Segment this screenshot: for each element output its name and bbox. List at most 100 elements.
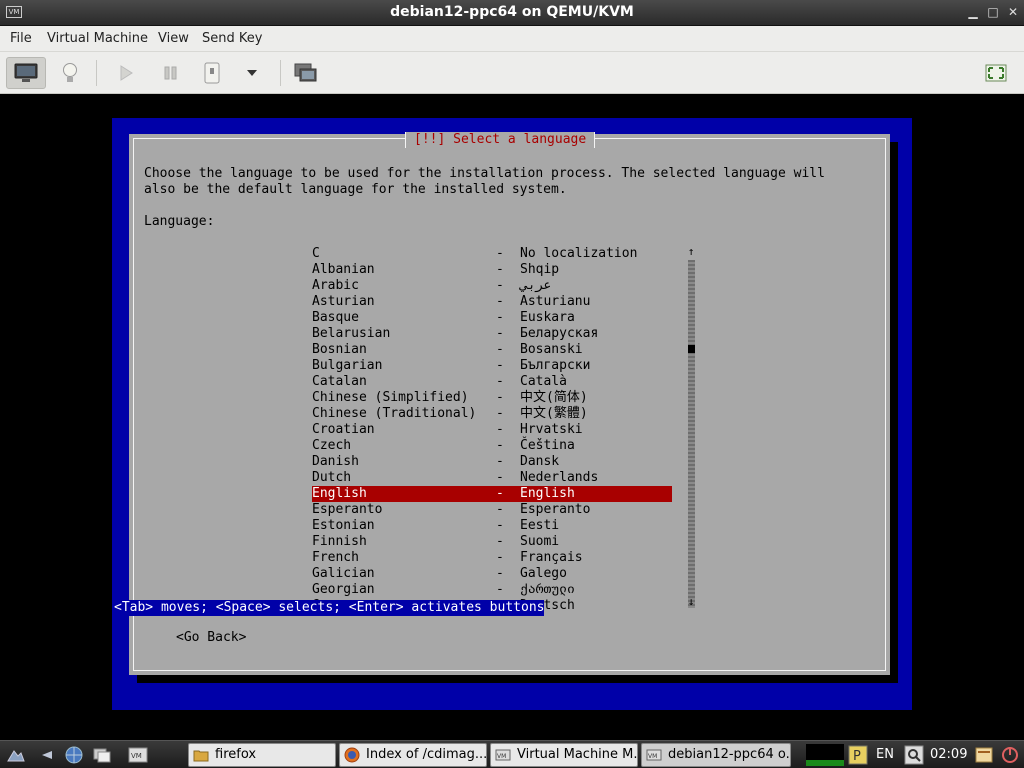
language-option[interactable]: Esperanto - Esperanto (312, 502, 672, 518)
language-option[interactable]: Galician - Galego (312, 566, 672, 582)
language-separator: - (496, 358, 504, 373)
language-separator: - (496, 310, 504, 325)
language-option[interactable]: Chinese (Traditional) - 中文(繁體) (312, 406, 672, 422)
language-option[interactable]: Bulgarian - Български (312, 358, 672, 374)
snapshots-icon[interactable] (286, 57, 326, 89)
language-option[interactable]: Estonian - Eesti (312, 518, 672, 534)
language-option[interactable]: Finnish - Suomi (312, 534, 672, 550)
language-native-name: Euskara (520, 310, 575, 325)
svg-text:VM: VM (497, 753, 506, 760)
window-titlebar[interactable]: VM debian12-ppc64 on QEMU/KVM ▁ □ ✕ (0, 0, 1024, 26)
language-list[interactable]: C - No localization Albanian - Shqip Arabic - عر… (312, 246, 672, 614)
scrollbar-thumb[interactable] (688, 345, 695, 353)
language-option[interactable]: Arabic - عربي (312, 278, 672, 294)
language-option[interactable]: Czech - Čeština (312, 438, 672, 454)
language-separator: - (496, 486, 504, 501)
language-name: English (312, 486, 367, 501)
language-option[interactable]: Danish - Dansk (312, 454, 672, 470)
shutdown-menu-arrow-icon[interactable] (232, 57, 272, 89)
minimize-icon[interactable]: ▁ (966, 5, 980, 19)
language-native-name: Hrvatski (520, 422, 583, 437)
task-virtual-machine-manager[interactable]: VM Virtual Machine M... (490, 743, 638, 767)
language-separator: - (496, 294, 504, 309)
language-option[interactable]: Dutch - Nederlands (312, 470, 672, 486)
back-arrow-icon[interactable] (36, 745, 56, 765)
language-option[interactable]: C - No localization (312, 246, 672, 262)
language-separator: - (496, 534, 504, 549)
notification-icon[interactable] (974, 745, 994, 765)
language-separator: - (496, 246, 504, 261)
start-menu-icon[interactable] (6, 745, 26, 765)
language-separator: - (496, 582, 504, 597)
language-separator: - (496, 262, 504, 277)
language-option[interactable]: Chinese (Simplified) - 中文(简体) (312, 390, 672, 406)
scroll-down-icon[interactable]: ↓ (686, 596, 696, 608)
language-name: Estonian (312, 518, 375, 533)
language-name: Chinese (Traditional) (312, 406, 477, 421)
scroll-up-icon[interactable]: ↑ (686, 246, 696, 258)
language-native-name: Asturianu (520, 294, 591, 309)
language-name: Chinese (Simplified) (312, 390, 469, 405)
language-native-name: Беларуская (520, 326, 599, 341)
language-option[interactable]: Albanian - Shqip (312, 262, 672, 278)
language-option[interactable]: Catalan - Català (312, 374, 672, 390)
language-native-name: عربي (520, 278, 552, 293)
task-firefox-folder[interactable]: firefox (188, 743, 336, 767)
go-back-button[interactable]: <Go Back> (176, 630, 246, 646)
language-name: Bulgarian (312, 358, 383, 373)
task-label: firefox (215, 747, 257, 762)
menu-virtual-machine[interactable]: Virtual Machine (47, 31, 148, 46)
language-option[interactable]: Croatian - Hrvatski (312, 422, 672, 438)
language-name: Arabic (312, 278, 359, 293)
menu-send-key[interactable]: Send Key (202, 31, 262, 46)
clock: 02:09 (930, 747, 968, 762)
language-name: Czech (312, 438, 352, 453)
task-label: debian12-ppc64 o... (668, 747, 791, 762)
language-option[interactable]: Bosnian - Bosanski (312, 342, 672, 358)
language-native-name: Čeština (520, 438, 575, 453)
network-globe-icon[interactable] (64, 745, 84, 765)
virt-manager-launcher-icon[interactable]: VM (128, 745, 148, 765)
parcellite-clipboard-icon[interactable]: P (848, 745, 868, 765)
language-name: Finnish (312, 534, 367, 549)
language-option[interactable]: Basque - Euskara (312, 310, 672, 326)
language-native-name: No localization (520, 246, 638, 261)
scrollbar-track[interactable] (688, 260, 695, 608)
language-option[interactable]: Belarusian - Беларуская (312, 326, 672, 342)
menu-file[interactable]: File (10, 31, 32, 46)
toolbar-separator (96, 60, 97, 86)
fullscreen-icon[interactable] (976, 57, 1016, 89)
keyboard-layout-indicator[interactable]: EN (876, 747, 894, 762)
task-firefox-browser[interactable]: Index of /cdimag... (339, 743, 487, 767)
language-option[interactable]: Asturian - Asturianu (312, 294, 672, 310)
language-native-name: Български (520, 358, 591, 373)
dialog-description: Choose the language to be used for the i… (144, 166, 825, 197)
console-icon[interactable] (6, 57, 46, 89)
language-option-selected[interactable]: English - English (312, 486, 672, 502)
search-icon[interactable] (904, 745, 924, 765)
menubar: File Virtual Machine View Send Key (0, 26, 1024, 52)
task-label: Index of /cdimag... (366, 747, 487, 762)
language-option[interactable]: French - Français (312, 550, 672, 566)
language-name: Esperanto (312, 502, 383, 517)
task-debian-vm[interactable]: VM debian12-ppc64 o... (641, 743, 791, 767)
menu-view[interactable]: View (158, 31, 189, 46)
language-separator: - (496, 278, 504, 293)
close-icon[interactable]: ✕ (1006, 5, 1020, 19)
language-name: Albanian (312, 262, 375, 277)
pause-icon[interactable] (150, 57, 190, 89)
language-separator: - (496, 374, 504, 389)
window-switch-icon[interactable] (92, 745, 112, 765)
maximize-icon[interactable]: □ (986, 5, 1000, 19)
shutdown-icon[interactable] (192, 57, 232, 89)
run-icon[interactable] (106, 57, 146, 89)
power-icon[interactable] (1000, 745, 1020, 765)
language-native-name: ქართული (520, 582, 575, 597)
language-option[interactable]: Georgian - ქართული (312, 582, 672, 598)
language-name: Bosnian (312, 342, 367, 357)
svg-text:VM: VM (131, 752, 142, 760)
language-dialog: [!!] Select a language Choose the langua… (129, 132, 890, 675)
language-native-name: Nederlands (520, 470, 599, 485)
details-lightbulb-icon[interactable] (50, 57, 90, 89)
language-native-name: 中文(繁體) (520, 406, 588, 421)
